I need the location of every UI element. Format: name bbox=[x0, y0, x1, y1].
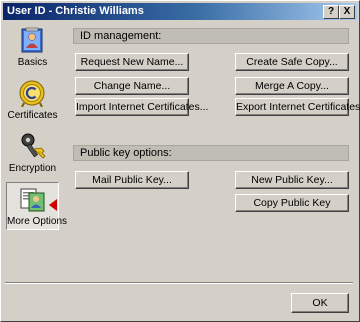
certificate-icon bbox=[19, 80, 45, 107]
mail-public-key-button[interactable]: Mail Public Key... bbox=[75, 171, 189, 189]
request-new-name-button[interactable]: Request New Name... bbox=[75, 53, 189, 71]
selection-arrow-icon bbox=[49, 199, 57, 211]
merge-copy-button[interactable]: Merge A Copy... bbox=[235, 77, 349, 95]
sidebar-item-label: Basics bbox=[17, 57, 48, 68]
id-management-header: ID management: bbox=[73, 28, 349, 44]
sidebar-item-certificates[interactable]: Certificates bbox=[6, 77, 59, 125]
new-public-key-button[interactable]: New Public Key... bbox=[235, 171, 349, 189]
sidebar-item-more-options[interactable]: More Options bbox=[6, 182, 68, 230]
sidebar-item-basics[interactable]: Basics bbox=[6, 24, 59, 72]
change-name-button[interactable]: Change Name... bbox=[75, 77, 189, 95]
create-safe-copy-button[interactable]: Create Safe Copy... bbox=[235, 53, 349, 71]
sidebar-item-label: Certificates bbox=[7, 110, 58, 121]
footer-divider bbox=[5, 282, 353, 284]
window-title: User ID - Christie Williams bbox=[7, 5, 144, 17]
help-button[interactable]: ? bbox=[323, 5, 339, 19]
sidebar-item-encryption[interactable]: Encryption bbox=[6, 130, 59, 178]
import-certificates-button[interactable]: Import Internet Certificates... bbox=[75, 98, 208, 116]
basics-icon bbox=[21, 27, 43, 53]
export-certificates-button[interactable]: Export Internet Certificates... bbox=[235, 98, 360, 116]
key-icon bbox=[21, 133, 46, 159]
more-options-icon bbox=[20, 188, 45, 212]
sidebar-item-label: Encryption bbox=[8, 163, 57, 174]
close-button[interactable]: X bbox=[339, 5, 355, 19]
sidebar: Basics Certificates Encryption More Opti… bbox=[6, 24, 68, 232]
user-id-dialog: User ID - Christie Williams ? X Basics C… bbox=[0, 0, 360, 322]
sidebar-item-label: More Options bbox=[7, 216, 68, 227]
title-bar[interactable]: User ID - Christie Williams ? X bbox=[3, 3, 357, 20]
public-key-header: Public key options: bbox=[73, 145, 349, 161]
ok-button[interactable]: OK bbox=[291, 293, 349, 313]
copy-public-key-button[interactable]: Copy Public Key bbox=[235, 194, 349, 212]
